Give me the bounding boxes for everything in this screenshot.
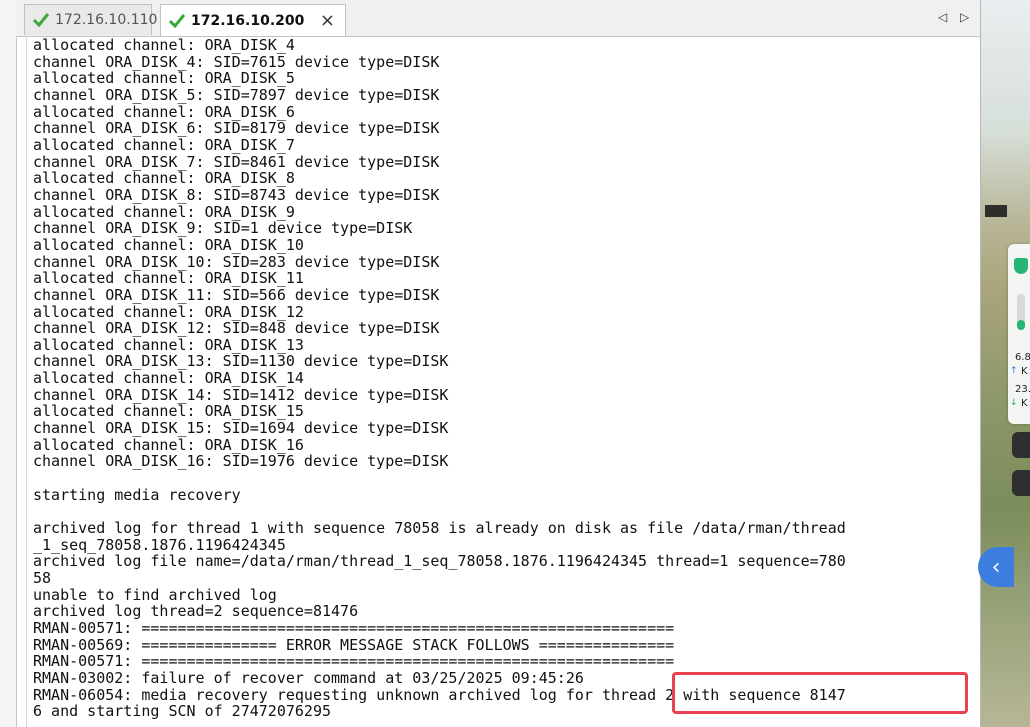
download-speed-unit: K — [1021, 398, 1028, 409]
terminal-line: channel ORA_DISK_13: SID=1130 device typ… — [33, 352, 449, 371]
terminal-line: allocated channel: ORA_DISK_16 — [33, 435, 304, 454]
tab-scroll-left-icon[interactable]: ◁ — [938, 10, 947, 24]
upload-arrow-icon: ↑ — [1010, 366, 1018, 376]
collapse-panel-button[interactable]: ‹ — [978, 547, 1014, 587]
usage-bar — [1017, 294, 1025, 330]
terminal-line: allocated channel: ORA_DISK_10 — [33, 235, 304, 254]
terminal-line: 58 — [33, 569, 52, 587]
terminal-line: channel ORA_DISK_6: SID=8179 device type… — [33, 119, 440, 138]
terminal-line: allocated channel: ORA_DISK_9 — [33, 202, 295, 221]
terminal-line: RMAN-03002: failure of recover command a… — [33, 668, 584, 687]
terminal-text: allocated channel: ORA_DISK_4 channel ORA… — [27, 37, 977, 720]
terminal-line: archived log for thread 1 with sequence … — [33, 519, 846, 538]
terminal-line: channel ORA_DISK_10: SID=283 device type… — [33, 252, 440, 271]
terminal-line: archived log file name=/data/rman/thread… — [33, 552, 846, 571]
terminal-line: allocated channel: ORA_DISK_15 — [33, 402, 304, 421]
terminal-line: channel ORA_DISK_15: SID=1694 device typ… — [33, 419, 449, 438]
tab-session-172-16-10-110[interactable]: 172.16.10.110 — [24, 4, 157, 35]
close-tab-icon[interactable]: × — [318, 10, 337, 31]
terminal-line: allocated channel: ORA_DISK_13 — [33, 335, 304, 354]
terminal-line: channel ORA_DISK_11: SID=566 device type… — [33, 285, 440, 304]
background-object — [985, 205, 1007, 217]
terminal-line: starting media recovery — [33, 485, 241, 504]
terminal-line: channel ORA_DISK_5: SID=7897 device type… — [33, 85, 440, 104]
terminal-line: allocated channel: ORA_DISK_5 — [33, 69, 295, 88]
download-arrow-icon: ↓ — [1010, 398, 1018, 408]
terminal-line: channel ORA_DISK_14: SID=1412 device typ… — [33, 385, 449, 404]
terminal-line: allocated channel: ORA_DISK_8 — [33, 169, 295, 188]
tab-label: 172.16.10.110 — [55, 12, 158, 28]
screenshot-icon[interactable] — [1012, 470, 1030, 496]
upload-speed-value: 6.8 — [1015, 352, 1030, 363]
terminal-line: 6 and starting SCN of 27472076295 — [33, 702, 332, 721]
connected-check-icon — [33, 13, 49, 27]
terminal-line: allocated channel: ORA_DISK_7 — [33, 135, 295, 154]
chat-icon[interactable] — [1012, 432, 1030, 458]
terminal-line: channel ORA_DISK_4: SID=7615 device type… — [33, 52, 440, 71]
terminal-line: RMAN-00569: =============== ERROR MESSAG… — [33, 635, 675, 654]
terminal-line: RMAN-06054: media recovery requesting un… — [33, 685, 846, 704]
terminal-line: allocated channel: ORA_DISK_11 — [33, 269, 304, 288]
download-speed-value: 23. — [1015, 384, 1030, 395]
background-window-edge — [0, 0, 17, 727]
tab-scroll-right-icon[interactable]: ▷ — [960, 10, 969, 24]
terminal-line: allocated channel: ORA_DISK_4 — [33, 37, 295, 54]
terminal-line: allocated channel: ORA_DISK_14 — [33, 369, 304, 388]
terminal-line: _1_seq_78058.1876.1196424345 — [33, 535, 286, 554]
terminal-line: channel ORA_DISK_16: SID=1976 device typ… — [33, 452, 449, 471]
tab-session-172-16-10-200[interactable]: 172.16.10.200 × — [160, 4, 346, 36]
connected-check-icon — [169, 13, 185, 28]
session-tab-bar: 172.16.10.110 172.16.10.200 × ◁ ▷ — [16, 0, 980, 37]
upload-speed-unit: K — [1021, 366, 1028, 377]
terminal-line: channel ORA_DISK_7: SID=8461 device type… — [33, 152, 440, 171]
terminal-line: channel ORA_DISK_9: SID=1 device type=DI… — [33, 219, 413, 238]
terminal-line: RMAN-00571: ============================… — [33, 652, 675, 671]
terminal-line: archived log thread=2 sequence=81476 — [33, 602, 359, 621]
terminal-output[interactable]: allocated channel: ORA_DISK_4 channel ORA… — [26, 37, 977, 727]
terminal-line: channel ORA_DISK_12: SID=848 device type… — [33, 319, 440, 338]
terminal-line: RMAN-00571: ============================… — [33, 618, 675, 637]
network-monitor-widget[interactable]: 6.8 ↑ K 23. ↓ K — [1008, 244, 1030, 424]
terminal-line: unable to find archived log — [33, 585, 277, 604]
terminal-line: allocated channel: ORA_DISK_6 — [33, 102, 295, 121]
shield-icon — [1014, 258, 1028, 274]
chevron-left-icon: ‹ — [991, 554, 1001, 580]
terminal-line: allocated channel: ORA_DISK_12 — [33, 302, 304, 321]
terminal-line: channel ORA_DISK_8: SID=8743 device type… — [33, 185, 440, 204]
tab-label: 172.16.10.200 — [191, 12, 305, 29]
